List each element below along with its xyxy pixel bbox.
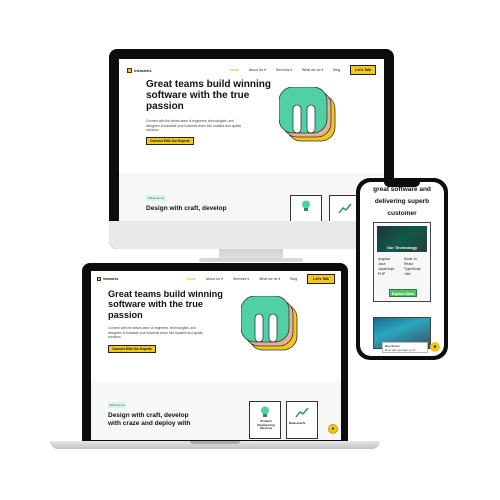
explore-more-button[interactable]: Explore More	[389, 289, 417, 297]
nav-services[interactable]: Services ▾	[233, 277, 249, 281]
lightbulb-icon	[302, 200, 310, 211]
nav-home[interactable]: Home	[186, 277, 195, 281]
desktop-website: inkmarks Home About Us ▾ Services ▾ What…	[119, 59, 384, 221]
chart-icon	[338, 203, 352, 214]
nav-blog[interactable]: Blog	[290, 277, 297, 281]
nav-about[interactable]: About Us ▾	[249, 68, 266, 72]
logo-mark-icon	[97, 277, 101, 281]
section-title: Design with craft, develop	[146, 205, 227, 212]
logo-mark-icon	[127, 67, 132, 73]
service-card-label: Product Engineering Services	[257, 419, 275, 431]
chart-icon	[295, 407, 309, 418]
desktop-nav-links: Home About Us ▾ Services ▾ What we do ▾ …	[229, 65, 376, 75]
tech-item: .Net	[404, 272, 411, 276]
chat-popup-text: How can we help you?	[385, 348, 416, 352]
section-pill: What we do	[146, 195, 166, 201]
lets-talk-button[interactable]: Let's Talk	[350, 65, 376, 75]
chat-bubble-icon[interactable]: ●	[430, 342, 440, 352]
technology-list: Angular Node.Js Java React JavaScript Ty…	[378, 257, 430, 277]
hero-title: Great teams build winning software with …	[108, 289, 223, 320]
service-card[interactable]	[290, 195, 322, 221]
brand-logo-illustration	[279, 87, 336, 142]
nav-services[interactable]: Services ▾	[276, 68, 292, 72]
section-title: Design with craft, develop with craze an…	[108, 412, 191, 428]
connect-experts-button[interactable]: Connect With Our Experts	[146, 137, 194, 145]
desktop-logo[interactable]: inkmarks	[127, 67, 152, 73]
phone-notch	[384, 181, 420, 187]
chat-popup[interactable]: Hey there! How can we help you?	[382, 342, 428, 353]
nav-home[interactable]: Home	[229, 68, 238, 72]
lets-talk-button[interactable]: Let's Talk	[307, 274, 335, 284]
laptop-nav-links: Home About Us ▾ Services ▾ What we do ▾ …	[186, 274, 335, 284]
what-we-do-section: What we do Design with craft, develop wi…	[91, 382, 341, 440]
nav-what-we-do[interactable]: What we do ▾	[259, 277, 280, 281]
monitor-chin	[109, 221, 394, 249]
nav-blog[interactable]: Blog	[333, 68, 340, 72]
laptop-notch	[190, 441, 240, 444]
monitor-stand-base	[199, 258, 303, 262]
tech-item: PHP	[378, 272, 386, 276]
service-card[interactable]: Product Engineering Services	[249, 401, 281, 439]
brand-name: inkmarks	[134, 67, 152, 73]
mobile-website: great software and delivering superb cus…	[360, 182, 444, 356]
lightbulb-icon	[261, 406, 269, 417]
hero-title: Great teams build winning software with …	[146, 79, 272, 113]
nav-about[interactable]: About Us ▾	[206, 277, 223, 281]
data-ai-card-label: Data and AI	[289, 421, 306, 425]
hero-description: Connect with the dream-team of engineers…	[146, 119, 241, 133]
brand-logo-illustration	[241, 296, 298, 351]
nav-what-we-do[interactable]: What we do ▾	[302, 68, 323, 72]
laptop-nav: inkmarks Home About Us ▾ Services ▾ What…	[91, 271, 341, 287]
technology-card-title: Our Technology	[386, 245, 418, 250]
section-pill: What we do	[108, 402, 126, 408]
laptop-logo[interactable]: inkmarks	[97, 277, 118, 281]
data-ai-card[interactable]: Data and AI	[286, 401, 318, 439]
connect-experts-button[interactable]: Connect With Our Experts	[108, 345, 156, 353]
what-we-do-section: What we do Design with craft, develop	[119, 173, 384, 221]
desktop-nav: inkmarks Home About Us ▾ Services ▾ What…	[119, 59, 384, 81]
chat-bubble-icon[interactable]: ●	[328, 424, 338, 434]
technology-card: Our Technology Angular Node.Js Java Reac…	[373, 222, 431, 302]
hero-description: Connect with the dream-team of engineers…	[108, 326, 203, 340]
brand-name: inkmarks	[103, 277, 119, 281]
laptop-website: inkmarks Home About Us ▾ Services ▾ What…	[91, 271, 341, 440]
